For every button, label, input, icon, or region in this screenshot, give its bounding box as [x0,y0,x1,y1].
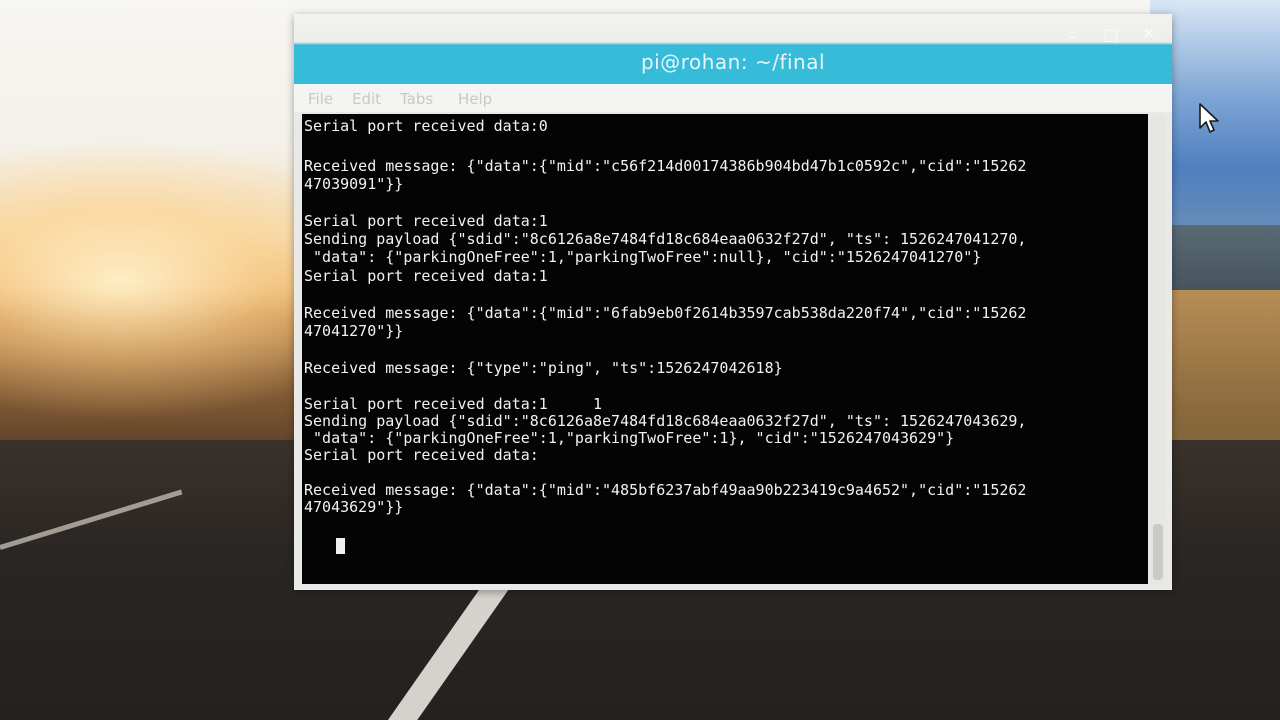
menubar: File Edit Tabs Help [294,84,1172,112]
terminal-line: "data": {"parkingOneFree":1,"parkingTwoF… [304,429,955,447]
terminal-line: Serial port received data:1 1 [304,395,603,413]
window-title: pi@rohan: ~/final [640,50,826,74]
terminal-output[interactable]: Serial port received data:0 Received mes… [302,114,1148,584]
terminal-line: Serial port received data: [304,446,539,464]
menu-help[interactable]: Help [458,90,492,108]
terminal-line: Received message: {"data":{"mid":"6fab9e… [304,304,1027,322]
menu-file[interactable]: File [308,90,333,108]
terminal-line: Sending payload {"sdid":"8c6126a8e7484fd… [304,230,1027,248]
terminal-line: Sending payload {"sdid":"8c6126a8e7484fd… [304,412,1027,430]
close-button[interactable]: × [1138,22,1160,44]
terminal-line: Received message: {"data":{"mid":"c56f21… [304,157,1027,175]
terminal-scrollbar[interactable] [1150,114,1166,584]
menu-edit[interactable]: Edit [352,90,381,108]
terminal-window[interactable]: pi@rohan: ~/final – □ × File Edit Tabs H… [294,14,1172,590]
window-titlebar[interactable]: pi@rohan: ~/final – □ × [294,14,1172,84]
minimize-button[interactable]: – [1062,26,1084,48]
terminal-line: 47041270"}} [304,322,404,340]
terminal-line: Received message: {"data":{"mid":"485bf6… [304,481,1027,499]
menu-tabs[interactable]: Tabs [400,90,433,108]
terminal-line: Serial port received data:1 [304,267,548,285]
terminal-line: 47043629"}} [304,498,404,516]
terminal-cursor [336,538,345,554]
maximize-button[interactable]: □ [1100,24,1122,46]
terminal-line: Serial port received data:0 [304,117,548,135]
terminal-line: "data": {"parkingOneFree":1,"parkingTwoF… [304,248,982,266]
terminal-line: Serial port received data:1 [304,212,548,230]
terminal-line: Received message: {"type":"ping", "ts":1… [304,359,783,377]
mouse-pointer-icon [1199,103,1219,133]
scrollbar-thumb[interactable] [1153,524,1163,580]
terminal-line: 47039091"}} [304,175,404,193]
